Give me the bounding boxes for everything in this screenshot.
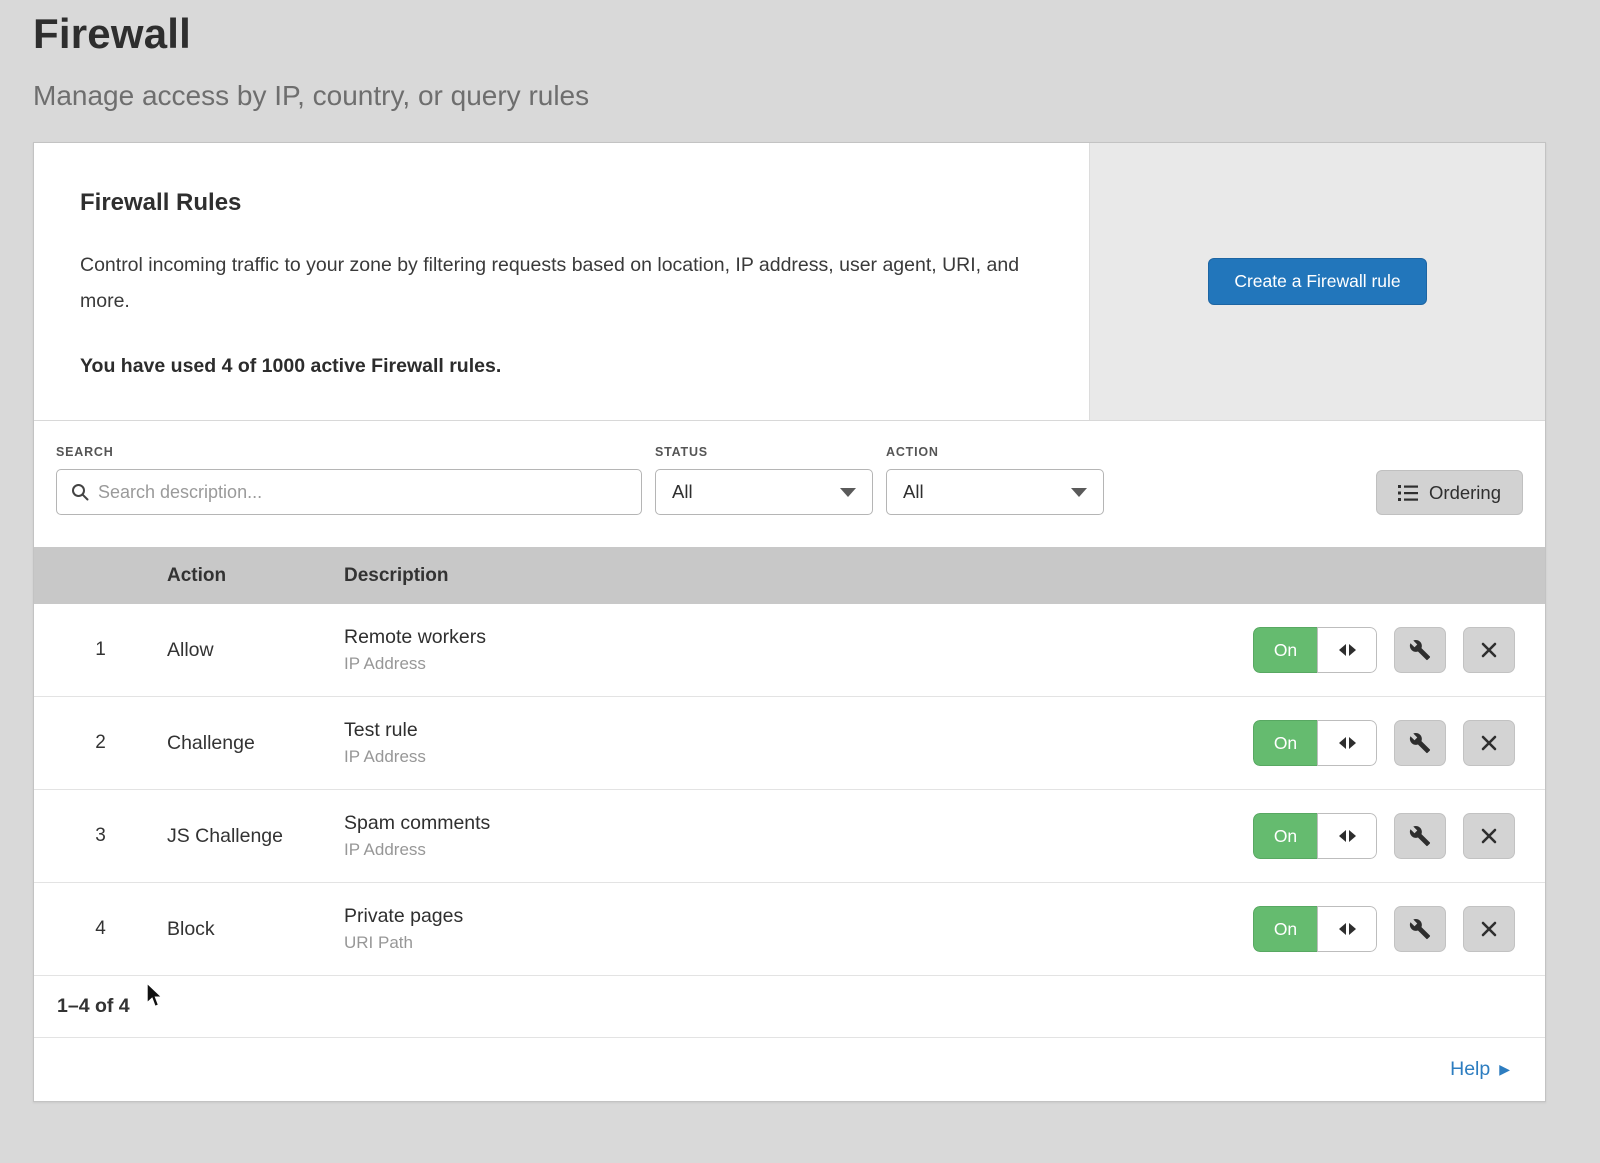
table-row: 4 Block Private pages URI Path On (34, 883, 1545, 976)
rule-action: Challenge (167, 732, 344, 755)
chevron-down-icon (1071, 488, 1087, 497)
delete-rule-button[interactable] (1463, 906, 1515, 952)
page-title: Firewall (33, 10, 1600, 58)
ordering-button-label: Ordering (1429, 482, 1501, 504)
rule-description-cell: Private pages URI Path (344, 905, 1253, 953)
action-selected-value: All (903, 481, 924, 503)
rule-match-type: IP Address (344, 747, 1253, 767)
rules-usage-text: You have used 4 of 1000 active Firewall … (80, 355, 1041, 378)
status-select[interactable]: All (655, 469, 873, 515)
chevron-down-icon (840, 488, 856, 497)
rule-priority: 2 (34, 732, 167, 754)
search-filter-group: SEARCH (56, 445, 642, 515)
card-description: Control incoming traffic to your zone by… (80, 247, 1030, 319)
table-row: 3 JS Challenge Spam comments IP Address … (34, 790, 1545, 883)
toggle-arrows-icon (1317, 906, 1377, 952)
search-label: SEARCH (56, 445, 642, 459)
rule-controls: On (1253, 906, 1545, 952)
edit-rule-button[interactable] (1394, 813, 1446, 859)
toggle-on-label: On (1253, 813, 1317, 859)
card-top-section: Firewall Rules Control incoming traffic … (34, 143, 1545, 421)
card-intro: Firewall Rules Control incoming traffic … (34, 143, 1089, 420)
filter-bar: SEARCH STATUS All ACTION All (34, 421, 1545, 547)
pagination-row: 1–4 of 4 (34, 976, 1545, 1038)
rule-description: Spam comments (344, 812, 1253, 835)
close-icon (1479, 826, 1499, 846)
card-heading: Firewall Rules (80, 189, 1041, 217)
table-row: 2 Challenge Test rule IP Address On (34, 697, 1545, 790)
rule-description: Test rule (344, 719, 1253, 742)
close-icon (1479, 919, 1499, 939)
rule-description: Private pages (344, 905, 1253, 928)
action-label: ACTION (886, 445, 1104, 459)
create-firewall-rule-button[interactable]: Create a Firewall rule (1208, 258, 1426, 305)
help-link[interactable]: Help ▶ (1450, 1058, 1510, 1081)
rule-priority: 3 (34, 825, 167, 847)
search-icon (71, 483, 89, 501)
rule-action: Allow (167, 639, 344, 662)
rule-controls: On (1253, 627, 1545, 673)
wrench-icon (1409, 825, 1431, 847)
rule-match-type: IP Address (344, 840, 1253, 860)
action-select[interactable]: All (886, 469, 1104, 515)
toggle-arrows-icon (1317, 720, 1377, 766)
description-column-header: Description (344, 565, 1545, 587)
rule-description-cell: Remote workers IP Address (344, 626, 1253, 674)
rule-enabled-toggle[interactable]: On (1253, 720, 1377, 766)
rule-priority: 4 (34, 918, 167, 940)
rule-description-cell: Test rule IP Address (344, 719, 1253, 767)
rule-match-type: IP Address (344, 654, 1253, 674)
delete-rule-button[interactable] (1463, 720, 1515, 766)
delete-rule-button[interactable] (1463, 627, 1515, 673)
rule-description-cell: Spam comments IP Address (344, 812, 1253, 860)
toggle-arrows-icon (1317, 627, 1377, 673)
ordering-button[interactable]: Ordering (1376, 470, 1523, 515)
rule-match-type: URI Path (344, 933, 1253, 953)
rule-controls: On (1253, 720, 1545, 766)
wrench-icon (1409, 639, 1431, 661)
page-header: Firewall Manage access by IP, country, o… (0, 0, 1600, 112)
edit-rule-button[interactable] (1394, 720, 1446, 766)
rule-priority: 1 (34, 639, 167, 661)
wrench-icon (1409, 732, 1431, 754)
pagination-summary: 1–4 of 4 (57, 995, 130, 1018)
arrow-right-icon: ▶ (1499, 1061, 1510, 1078)
status-filter-group: STATUS All (655, 445, 873, 515)
table-row: 1 Allow Remote workers IP Address On (34, 604, 1545, 697)
toggle-on-label: On (1253, 906, 1317, 952)
firewall-rules-card: Firewall Rules Control incoming traffic … (33, 142, 1546, 1102)
close-icon (1479, 640, 1499, 660)
help-row: Help ▶ (34, 1038, 1545, 1101)
rule-action: Block (167, 918, 344, 941)
toggle-on-label: On (1253, 627, 1317, 673)
search-input[interactable] (98, 482, 641, 503)
rule-enabled-toggle[interactable]: On (1253, 906, 1377, 952)
delete-rule-button[interactable] (1463, 813, 1515, 859)
wrench-icon (1409, 918, 1431, 940)
action-filter-group: ACTION All (886, 445, 1104, 515)
rule-description: Remote workers (344, 626, 1253, 649)
card-action-panel: Create a Firewall rule (1089, 143, 1545, 420)
search-box[interactable] (56, 469, 642, 515)
help-link-label: Help (1450, 1058, 1490, 1081)
action-column-header: Action (167, 565, 344, 587)
table-header: Action Description (34, 547, 1545, 604)
page-subtitle: Manage access by IP, country, or query r… (33, 80, 1600, 112)
ordered-list-icon (1398, 484, 1418, 502)
rule-controls: On (1253, 813, 1545, 859)
status-selected-value: All (672, 481, 693, 503)
rule-enabled-toggle[interactable]: On (1253, 627, 1377, 673)
status-label: STATUS (655, 445, 873, 459)
toggle-arrows-icon (1317, 813, 1377, 859)
edit-rule-button[interactable] (1394, 627, 1446, 673)
toggle-on-label: On (1253, 720, 1317, 766)
close-icon (1479, 733, 1499, 753)
rule-enabled-toggle[interactable]: On (1253, 813, 1377, 859)
edit-rule-button[interactable] (1394, 906, 1446, 952)
rule-action: JS Challenge (167, 825, 344, 848)
